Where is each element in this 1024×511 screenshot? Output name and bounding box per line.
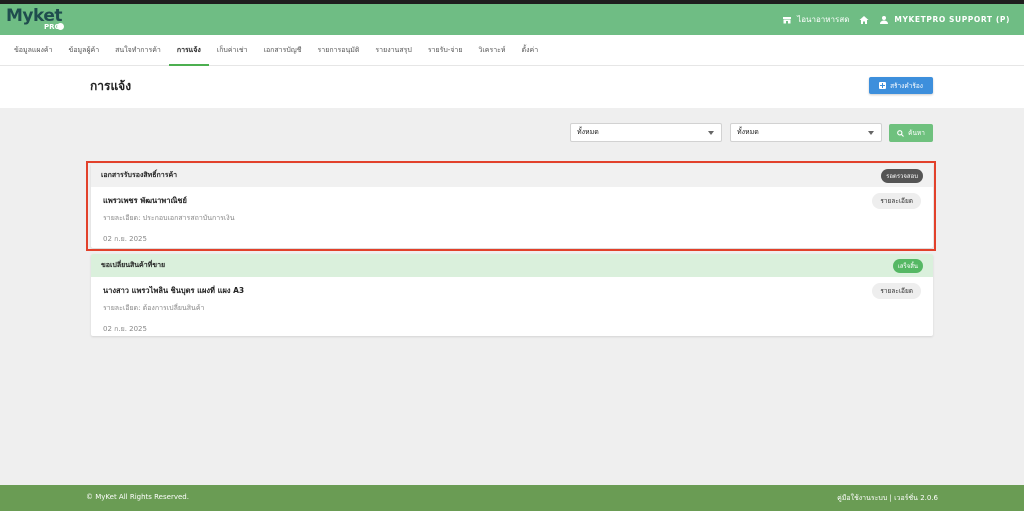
nav-tab-approvals[interactable]: รายการอนุมัติ [310, 35, 368, 66]
request-card-detail: รายละเอียด: ต้องการเปลี่ยนสินค้า [103, 304, 205, 312]
nav-tab-income-expense[interactable]: รายรับ-จ่าย [420, 35, 471, 66]
request-card-detail: รายละเอียด: ประกอบเอกสารสถาบันการเงิน [103, 214, 235, 222]
shop-link[interactable]: ไอนาอาหารสด [782, 13, 849, 26]
request-card-title: เอกสารรับรองสิทธิ์การค้า [101, 171, 178, 179]
request-card-body: แพรวเพชร พัฒนาพาณิชย์ รายละเอียด: ประกอบ… [91, 187, 933, 248]
request-card-title: ขอเปลี่ยนสินค้าที่ขาย [101, 261, 166, 269]
manual-link[interactable]: คู่มือใช้งานระบบ [837, 494, 887, 502]
store-icon [783, 16, 792, 23]
status-badge: รอตรวจสอบ [881, 168, 923, 183]
request-card-name: นางสาว แพรวไพลิน ชินบุตร แผงที่ แผง A3 [103, 286, 245, 295]
plus-square-icon [879, 82, 887, 89]
user-icon [880, 15, 889, 24]
page-title: การแจ้ง [90, 79, 132, 93]
create-request-label: สร้างคำร้อง [890, 81, 923, 90]
app-frame: Myket PRO ไอนาอาหารสด MYKETPRO SUPPORT (… [0, 4, 1024, 511]
filter-select-status[interactable]: ทั้งหมด [730, 123, 882, 142]
request-card-name: แพรวเพชร พัฒนาพาณิชย์ [103, 196, 187, 205]
top-header: Myket PRO ไอนาอาหารสด MYKETPRO SUPPORT (… [0, 4, 1024, 35]
shop-link-label: ไอนาอาหารสด [797, 15, 850, 24]
nav-tab-reports[interactable]: รายงานสรุป [367, 35, 419, 66]
filter-select-type[interactable]: ทั้งหมด [570, 123, 722, 142]
nav-tab-rent[interactable]: เก็บค่าเช่า [209, 35, 256, 66]
version-text: เวอร์ชั่น 2.0.6 [894, 494, 938, 502]
nav-tab-interested[interactable]: สนใจทำการค้า [107, 35, 169, 66]
detail-button[interactable]: รายละเอียด [872, 283, 921, 299]
detail-button[interactable]: รายละเอียด [872, 193, 921, 209]
nav-tab-stalls[interactable]: ข้อมูลแผงค้า [6, 35, 61, 66]
main-nav: ข้อมูลแผงค้า ข้อมูลผู้ค้า สนใจทำการค้า ก… [0, 35, 1024, 66]
request-card-date: 02 ก.ย. 2025 [103, 235, 147, 243]
header-actions: ไอนาอาหารสด MYKETPRO SUPPORT (P) [782, 4, 1010, 35]
user-menu[interactable]: MYKETPRO SUPPORT (P) [879, 15, 1010, 25]
search-button-label: ค้นหา [908, 129, 925, 137]
footer-separator: | [889, 494, 892, 502]
nav-tab-notifications[interactable]: การแจ้ง [168, 35, 209, 66]
chevron-down-icon [868, 131, 874, 135]
user-name: MYKETPRO SUPPORT (P) [894, 15, 1010, 24]
page-header: การแจ้ง สร้างคำร้อง [0, 66, 1024, 108]
nav-tab-vendors[interactable]: ข้อมูลผู้ค้า [61, 35, 108, 66]
footer-right: คู่มือใช้งานระบบ | เวอร์ชั่น 2.0.6 [837, 493, 938, 504]
footer: © MyKet All Rights Reserved. คู่มือใช้งา… [0, 485, 1024, 511]
request-card-header: ขอเปลี่ยนสินค้าที่ขาย เสร็จสิ้น [91, 254, 933, 277]
logo-dot-icon [57, 23, 64, 30]
filter-select-type-value: ทั้งหมด [577, 128, 599, 136]
copyright-text: © MyKet All Rights Reserved. [86, 493, 189, 501]
nav-tab-analytics[interactable]: วิเคราะห์ [470, 35, 513, 66]
request-card-date: 02 ก.ย. 2025 [103, 325, 147, 333]
nav-tab-accounting[interactable]: เอกสารบัญชี [256, 35, 310, 66]
status-badge: เสร็จสิ้น [892, 258, 923, 273]
home-icon [859, 15, 869, 24]
request-card: ขอเปลี่ยนสินค้าที่ขาย เสร็จสิ้น นางสาว แ… [91, 254, 933, 336]
request-card-body: นางสาว แพรวไพลิน ชินบุตร แผงที่ แผง A3 ร… [91, 277, 933, 336]
chevron-down-icon [708, 131, 714, 135]
create-request-button[interactable]: สร้างคำร้อง [869, 77, 933, 94]
search-icon [897, 129, 905, 137]
filter-select-status-value: ทั้งหมด [737, 128, 759, 136]
request-card-header: เอกสารรับรองสิทธิ์การค้า รอตรวจสอบ [91, 164, 933, 187]
search-button[interactable]: ค้นหา [889, 124, 933, 142]
nav-tab-settings[interactable]: ตั้งค่า [514, 35, 547, 66]
request-card: เอกสารรับรองสิทธิ์การค้า รอตรวจสอบ แพรวเ… [91, 164, 933, 248]
home-button[interactable] [859, 15, 869, 25]
app-logo[interactable]: Myket PRO [6, 6, 66, 34]
